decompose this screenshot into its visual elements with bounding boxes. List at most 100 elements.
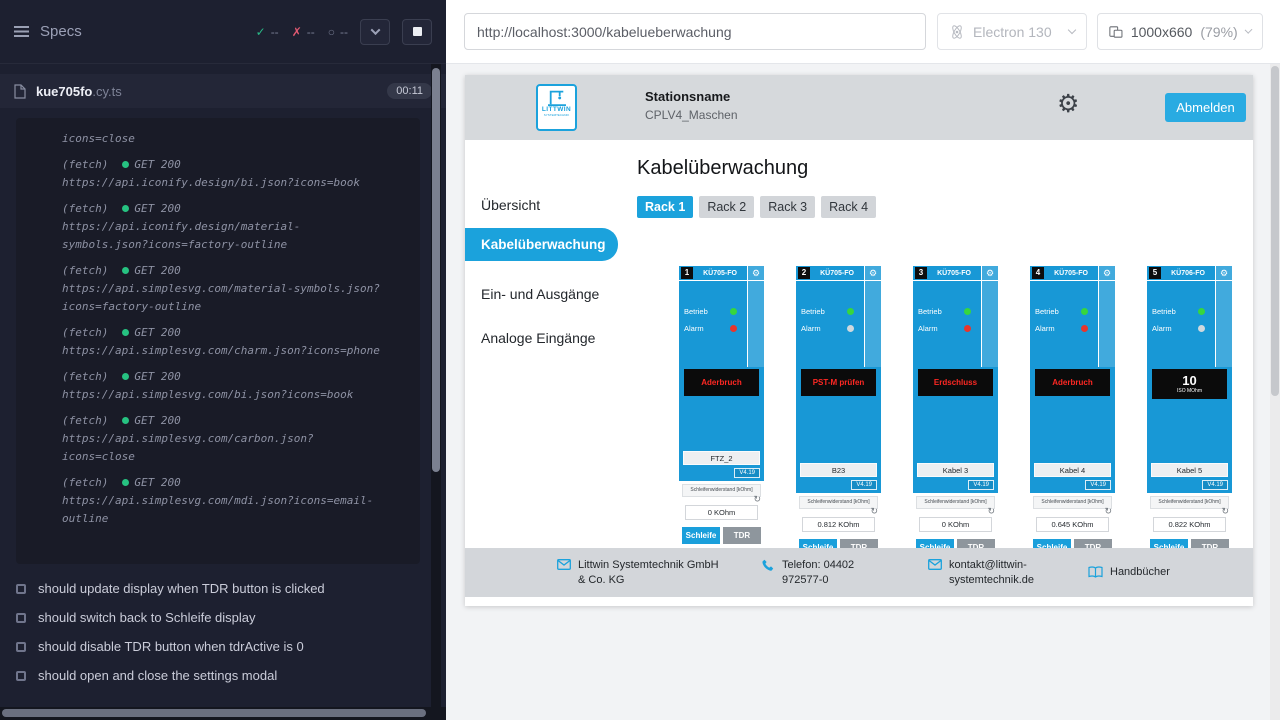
pending-count: -- [340, 25, 348, 39]
betrieb-label: Betrieb [1035, 307, 1059, 316]
scrollbar-thumb[interactable] [432, 68, 440, 472]
device-number: 4 [1032, 267, 1044, 279]
led-section: Betrieb Alarm [1030, 281, 1115, 367]
refresh-icon[interactable]: ↻ [987, 506, 995, 517]
network-log-entry[interactable]: (fetch)GET 200 https://api.simplesvg.com… [62, 368, 412, 404]
settings-gear-icon[interactable]: ⚙ [1057, 89, 1079, 119]
log-prefix: (fetch) [62, 476, 108, 489]
command-log: icons=close (fetch)GET 200 https://api.i… [16, 118, 420, 564]
log-url: https://api.simplesvg.com/carbon.json?ic… [62, 430, 380, 466]
log-status: GET 200 [134, 414, 180, 427]
log-url: https://api.iconify.design/material-symb… [62, 218, 380, 254]
network-log-entry[interactable]: (fetch)GET 200 https://api.simplesvg.com… [62, 412, 412, 466]
cable-name: B23 [800, 463, 877, 477]
tab-rack-3[interactable]: Rack 3 [760, 196, 815, 218]
refresh-icon[interactable]: ↻ [753, 494, 761, 505]
electron-icon [949, 24, 965, 40]
device-settings-icon[interactable]: ⚙ [981, 266, 998, 280]
measurement-label: Schleifenwiderstand [kOhm] [682, 484, 761, 497]
sidebar-item-kabelueberwachung[interactable]: Kabelüberwachung [465, 228, 618, 261]
alarm-label: Alarm [918, 324, 938, 333]
mail-icon [557, 559, 571, 570]
schleife-button[interactable]: Schleife [682, 527, 720, 544]
failed-icon: ✗ [292, 25, 302, 39]
stat-pending: ○ -- [328, 25, 348, 39]
footer-phone[interactable]: Telefon: 04402 972577-0 [762, 558, 894, 588]
cypress-runner-panel: Specs ✓-- ✗-- ○-- kue705fo.cy.ts 00:11 i… [0, 0, 446, 720]
betrieb-led [1198, 308, 1205, 315]
phone-text: Telefon: 04402 972577-0 [782, 558, 894, 588]
tab-rack-2[interactable]: Rack 2 [699, 196, 754, 218]
test-item[interactable]: should update display when TDR button is… [0, 574, 446, 603]
failed-count: -- [307, 25, 315, 39]
stop-button[interactable] [402, 19, 432, 45]
refresh-icon[interactable]: ↻ [1221, 506, 1229, 517]
log-prefix: (fetch) [62, 202, 108, 215]
log-prefix: (fetch) [62, 264, 108, 277]
footer-email[interactable]: kontakt@littwin-systemtechnik.de [928, 558, 1054, 588]
spec-file-ext: .cy.ts [92, 84, 121, 99]
spec-file-name: kue705fo [36, 84, 92, 99]
firmware-version: V4.19 [1085, 480, 1111, 490]
test-item[interactable]: should open and close the settings modal [0, 661, 446, 690]
station-label: Stationsname [645, 89, 738, 104]
firmware-version: V4.19 [851, 480, 877, 490]
manuals-text: Handbücher [1110, 565, 1170, 580]
test-item[interactable]: should disable TDR button when tdrActive… [0, 632, 446, 661]
browser-select[interactable]: Electron 130 [937, 13, 1087, 50]
sidebar-item-uebersicht[interactable]: Übersicht [481, 197, 540, 213]
network-log-entry[interactable]: (fetch)GET 200 https://api.iconify.desig… [62, 156, 412, 192]
refresh-icon[interactable]: ↻ [1104, 506, 1112, 517]
success-dot-icon [122, 267, 129, 274]
spec-file-row[interactable]: kue705fo.cy.ts 00:11 [0, 74, 446, 108]
tab-rack-4[interactable]: Rack 4 [821, 196, 876, 218]
measurement-value: 0.812 KOhm [802, 517, 875, 532]
scrollbar-thumb[interactable] [1271, 66, 1279, 396]
measurement-panel: ↻ Schleifenwiderstand [kOhm] 0 KOhm Schl… [679, 481, 764, 546]
test-list: should update display when TDR button is… [0, 574, 446, 690]
footer-manuals[interactable]: Handbücher [1088, 565, 1170, 580]
pending-icon: ○ [328, 25, 335, 39]
tdr-button[interactable]: TDR [723, 527, 761, 544]
led-section: Betrieb Alarm [913, 281, 998, 367]
device-card-3: 3 KÜ705-FO ⚙ Betrieb Alarm Erdschluss Ka… [913, 266, 998, 558]
runner-horizontal-scrollbar[interactable] [0, 707, 446, 720]
specs-toggle-icon[interactable] [14, 26, 29, 37]
device-model: KÜ706-FO [1161, 270, 1215, 277]
cable-name: FTZ_2 [683, 451, 760, 465]
tab-rack-1[interactable]: Rack 1 [637, 196, 693, 218]
network-log-entry[interactable]: (fetch)GET 200 https://api.simplesvg.com… [62, 474, 412, 528]
success-dot-icon [122, 329, 129, 336]
log-prefix: (fetch) [62, 158, 108, 171]
log-url: https://api.simplesvg.com/material-symbo… [62, 280, 380, 316]
station-info: Stationsname CPLV4_Maschen [645, 89, 738, 122]
url-input[interactable] [464, 13, 926, 50]
network-log-entry[interactable]: (fetch)GET 200 https://api.simplesvg.com… [62, 262, 412, 316]
test-item[interactable]: should switch back to Schleife display [0, 603, 446, 632]
collapse-button[interactable] [360, 19, 390, 45]
network-log-entry[interactable]: (fetch)GET 200 https://api.simplesvg.com… [62, 324, 412, 360]
card-header: 4 KÜ705-FO ⚙ [1030, 266, 1115, 281]
refresh-icon[interactable]: ↻ [870, 506, 878, 517]
runner-vertical-scrollbar[interactable] [431, 64, 441, 707]
card-side-strip [981, 281, 998, 367]
page-vertical-scrollbar[interactable] [1270, 64, 1280, 720]
card-header: 2 KÜ705-FO ⚙ [796, 266, 881, 281]
card-side-strip [747, 281, 764, 367]
scrollbar-thumb[interactable] [2, 709, 426, 717]
logout-button[interactable]: Abmelden [1165, 93, 1246, 122]
stop-icon [413, 27, 422, 36]
crane-icon [546, 88, 568, 106]
status-display: Aderbruch [684, 369, 759, 396]
logo-text: LITTWIN [542, 106, 571, 113]
test-state-icon [16, 671, 26, 681]
device-settings-icon[interactable]: ⚙ [747, 266, 764, 280]
sidebar-item-ein-und-ausgaenge[interactable]: Ein- und Ausgänge [481, 286, 599, 302]
sidebar-item-analoge-eingaenge[interactable]: Analoge Eingänge [481, 330, 595, 346]
device-settings-icon[interactable]: ⚙ [1215, 266, 1232, 280]
device-settings-icon[interactable]: ⚙ [1098, 266, 1115, 280]
alarm-label: Alarm [801, 324, 821, 333]
viewport-select[interactable]: 1000x660 (79%) [1097, 13, 1263, 50]
device-settings-icon[interactable]: ⚙ [864, 266, 881, 280]
network-log-entry[interactable]: (fetch)GET 200 https://api.iconify.desig… [62, 200, 412, 254]
